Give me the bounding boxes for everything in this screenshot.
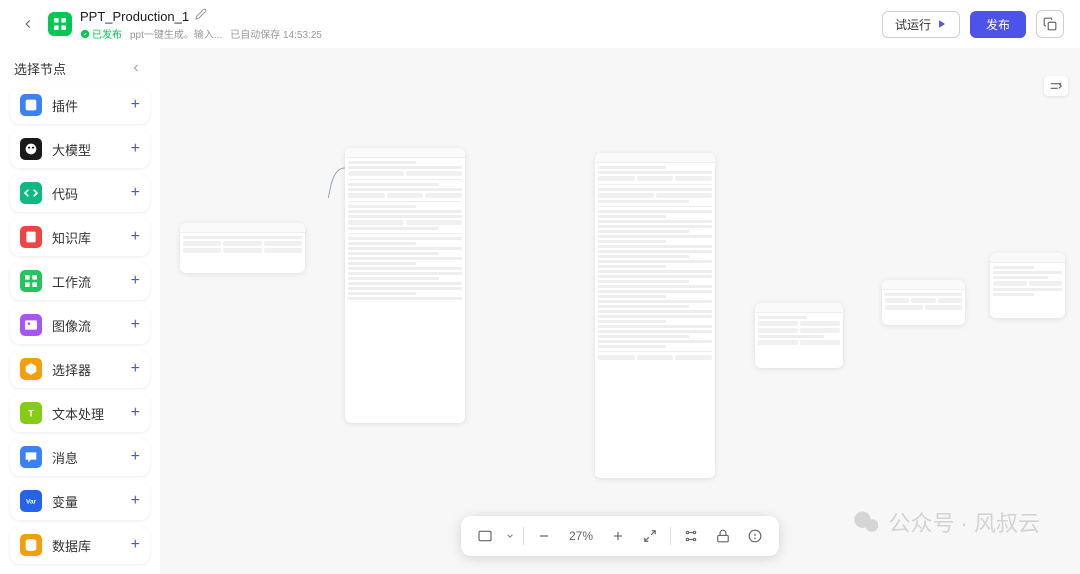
node-label: 变量 bbox=[52, 492, 131, 511]
workflow-node-end[interactable] bbox=[990, 253, 1065, 318]
add-node-button[interactable]: + bbox=[131, 140, 140, 158]
workflow-node-4[interactable] bbox=[882, 280, 965, 325]
node-item-plugin[interactable]: 插件 + bbox=[10, 86, 150, 124]
title-block: PPT_Production_1 已发布 ppt一键生成。输入... 已自动保存… bbox=[80, 7, 322, 41]
node-label: 数据库 bbox=[52, 536, 131, 555]
add-node-button[interactable]: + bbox=[131, 228, 140, 246]
code-icon bbox=[20, 182, 42, 204]
node-label: 图像流 bbox=[52, 316, 131, 335]
workflow-node-llm[interactable] bbox=[345, 148, 465, 423]
zoom-in-button[interactable] bbox=[606, 524, 630, 548]
add-node-button[interactable]: + bbox=[131, 316, 140, 334]
zoom-out-button[interactable] bbox=[532, 524, 556, 548]
chevron-down-icon[interactable] bbox=[505, 531, 515, 541]
add-node-button[interactable]: + bbox=[131, 360, 140, 378]
copy-button[interactable] bbox=[1036, 10, 1064, 38]
node-label: 大模型 bbox=[52, 140, 131, 159]
sub-row: 已发布 ppt一键生成。输入... 已自动保存 14:53:25 bbox=[80, 26, 322, 41]
published-badge: 已发布 bbox=[80, 26, 122, 41]
node-item-knowledge[interactable]: 知识库 + bbox=[10, 218, 150, 256]
node-item-database[interactable]: 数据库 + bbox=[10, 526, 150, 564]
variable-icon: Var bbox=[20, 490, 42, 512]
node-item-variable[interactable]: Var 变量 + bbox=[10, 482, 150, 520]
collapse-button[interactable] bbox=[126, 58, 146, 78]
autosave-text: 已自动保存 14:53:25 bbox=[230, 26, 322, 41]
layout-button[interactable] bbox=[473, 524, 497, 548]
app-title: PPT_Production_1 bbox=[80, 9, 189, 24]
zoom-level: 27% bbox=[564, 529, 598, 543]
add-node-button[interactable]: + bbox=[131, 272, 140, 290]
node-item-selector[interactable]: 选择器 + bbox=[10, 350, 150, 388]
node-list: 插件 + 大模型 + 代码 + 知识库 + 工作流 + 图像流 + 选择器 + bbox=[10, 86, 150, 564]
selector-icon bbox=[20, 358, 42, 380]
lock-button[interactable] bbox=[711, 524, 735, 548]
workflow-node-start[interactable] bbox=[180, 223, 305, 273]
message-icon bbox=[20, 446, 42, 468]
add-node-button[interactable]: + bbox=[131, 536, 140, 554]
publish-button[interactable]: 发布 bbox=[970, 11, 1026, 38]
auto-layout-button[interactable] bbox=[679, 524, 703, 548]
imageflow-icon bbox=[20, 314, 42, 336]
fit-view-button[interactable] bbox=[638, 524, 662, 548]
topbar: PPT_Production_1 已发布 ppt一键生成。输入... 已自动保存… bbox=[0, 0, 1080, 48]
add-node-button[interactable]: + bbox=[131, 492, 140, 510]
add-node-button[interactable]: + bbox=[131, 96, 140, 114]
node-item-message[interactable]: 消息 + bbox=[10, 438, 150, 476]
edit-icon[interactable] bbox=[195, 7, 207, 25]
llm-icon bbox=[20, 138, 42, 160]
node-item-code[interactable]: 代码 + bbox=[10, 174, 150, 212]
node-item-workflow[interactable]: 工作流 + bbox=[10, 262, 150, 300]
knowledge-icon bbox=[20, 226, 42, 248]
canvas[interactable]: 27% 公众号 · 风叔云 bbox=[160, 48, 1080, 574]
add-node-button[interactable]: + bbox=[131, 448, 140, 466]
help-button[interactable] bbox=[743, 524, 767, 548]
node-label: 知识库 bbox=[52, 228, 131, 247]
workflow-icon bbox=[20, 270, 42, 292]
svg-text:Var: Var bbox=[26, 499, 37, 506]
database-icon bbox=[20, 534, 42, 556]
app-description: ppt一键生成。输入... bbox=[130, 26, 222, 41]
app-icon bbox=[48, 12, 72, 36]
sidebar: 选择节点 插件 + 大模型 + 代码 + 知识库 + 工作流 + bbox=[0, 48, 160, 574]
node-label: 插件 bbox=[52, 96, 131, 115]
test-run-button[interactable]: 试运行 bbox=[882, 11, 960, 38]
workflow-node-llm-2[interactable] bbox=[595, 153, 715, 478]
workflow-nodes bbox=[160, 48, 1080, 574]
svg-text:T: T bbox=[28, 408, 34, 418]
plugin-icon bbox=[20, 94, 42, 116]
add-node-button[interactable]: + bbox=[131, 404, 140, 422]
workflow-node-3[interactable] bbox=[755, 303, 843, 368]
node-item-text[interactable]: T 文本处理 + bbox=[10, 394, 150, 432]
back-button[interactable] bbox=[16, 12, 40, 36]
node-item-llm[interactable]: 大模型 + bbox=[10, 130, 150, 168]
node-label: 工作流 bbox=[52, 272, 131, 291]
add-node-button[interactable]: + bbox=[131, 184, 140, 202]
node-label: 选择器 bbox=[52, 360, 131, 379]
sidebar-title: 选择节点 bbox=[14, 59, 66, 78]
node-label: 消息 bbox=[52, 448, 131, 467]
node-item-imageflow[interactable]: 图像流 + bbox=[10, 306, 150, 344]
node-label: 代码 bbox=[52, 184, 131, 203]
node-label: 文本处理 bbox=[52, 404, 131, 423]
text-icon: T bbox=[20, 402, 42, 424]
canvas-controls: 27% bbox=[461, 516, 779, 556]
